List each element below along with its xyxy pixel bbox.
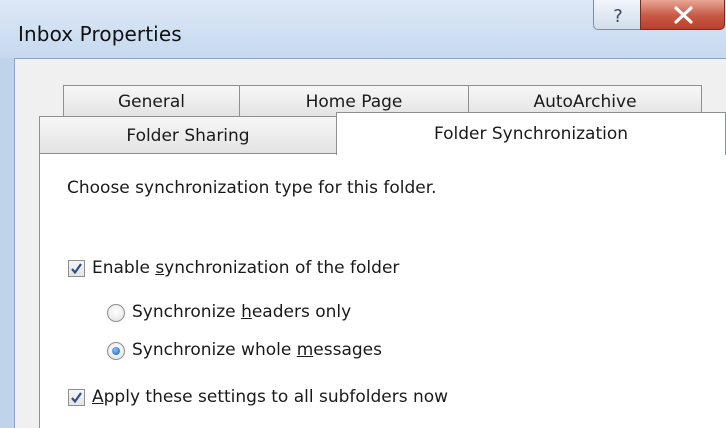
checkmark-icon: [71, 392, 82, 404]
headers-only-radio[interactable]: [107, 304, 125, 322]
mnemonic-letter: s: [155, 258, 165, 278]
help-button[interactable]: ?: [593, 0, 641, 30]
tab-folder-sharing[interactable]: Folder Sharing: [39, 116, 337, 154]
tab-folder-synchronization[interactable]: Folder Synchronization: [336, 112, 726, 155]
label-part: Synchronize: [132, 302, 242, 322]
instruction-text: Choose synchronization type for this fol…: [67, 178, 437, 198]
tab-label: Folder Sharing: [126, 125, 250, 146]
tab-label: Folder Synchronization: [433, 124, 629, 144]
checkmark-icon: [71, 263, 82, 275]
label-part: Enable: [92, 258, 156, 278]
label-part: essages: [313, 340, 382, 360]
enable-sync-checkbox[interactable]: [68, 260, 85, 277]
tab-label: AutoArchive: [533, 91, 637, 112]
label-part: pply these settings to all subfolders no…: [103, 387, 449, 407]
title-bar[interactable]: Inbox Properties ?: [0, 0, 726, 58]
whole-messages-label[interactable]: Synchronize whole messages: [132, 340, 382, 360]
mnemonic-letter: h: [241, 302, 252, 322]
tab-label: General: [118, 91, 185, 112]
mnemonic-letter: A: [92, 387, 104, 407]
enable-sync-label[interactable]: Enable synchronization of the folder: [92, 258, 399, 278]
close-icon: [674, 6, 693, 24]
mnemonic-letter: m: [296, 340, 314, 360]
headers-only-label[interactable]: Synchronize headers only: [132, 302, 351, 322]
properties-dialog: Inbox Properties ? General Home Page Aut…: [0, 0, 726, 428]
tab-general[interactable]: General: [63, 85, 240, 117]
apply-subfolders-label[interactable]: Apply these settings to all subfolders n…: [92, 387, 448, 407]
radio-selected-dot: [112, 347, 120, 355]
apply-subfolders-checkbox[interactable]: [68, 389, 85, 406]
svg-text:?: ?: [613, 6, 623, 27]
tab-label: Home Page: [305, 91, 403, 112]
whole-messages-radio[interactable]: [107, 342, 125, 360]
label-part: eaders only: [251, 302, 352, 322]
help-icon: ?: [613, 6, 623, 27]
label-part: Synchronize whole: [132, 340, 297, 360]
tab-panel-folder-synchronization: Choose synchronization type for this fol…: [39, 153, 726, 428]
window-title: Inbox Properties: [18, 22, 182, 46]
close-button[interactable]: [640, 0, 725, 30]
label-part: ynchronization of the folder: [164, 258, 400, 278]
